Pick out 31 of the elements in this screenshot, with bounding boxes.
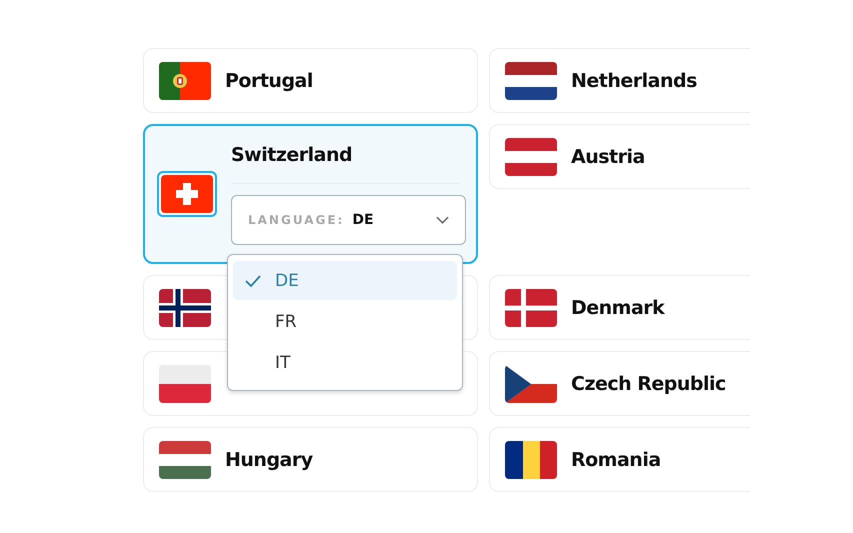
country-card[interactable]: Austria — [489, 124, 750, 189]
flag-icon — [161, 175, 213, 213]
country-name: Czech Republic — [571, 372, 727, 394]
country-name: Romania — [571, 448, 662, 470]
country-card[interactable]: Denmark — [489, 275, 750, 340]
check-icon — [245, 274, 261, 286]
flag-icon — [159, 288, 211, 326]
country-name: Portugal — [225, 70, 314, 92]
language-option[interactable]: DE — [233, 261, 457, 300]
country-card[interactable]: Portugal — [143, 48, 478, 113]
chevron-icon — [436, 216, 449, 224]
flag-icon — [159, 364, 211, 402]
country-card[interactable]: Romania — [489, 427, 750, 492]
country-card[interactable]: Netherlands — [489, 48, 750, 113]
flag-icon — [505, 364, 557, 402]
language-select[interactable]: LANGUAGE: DE — [231, 194, 466, 244]
language-option[interactable]: FR — [233, 302, 457, 341]
flag-icon — [159, 440, 211, 478]
country-name: Austria — [571, 146, 646, 168]
flag-icon — [505, 288, 557, 326]
flag-icon — [505, 138, 557, 176]
country-name: Denmark — [571, 296, 666, 318]
country-name: Netherlands — [571, 70, 698, 92]
flag-icon — [159, 62, 211, 100]
flag-icon — [505, 440, 557, 478]
country-card[interactable]: Czech Republic — [489, 351, 750, 416]
country-card[interactable]: Hungary — [143, 427, 478, 492]
language-option[interactable]: IT — [233, 343, 457, 382]
flag-icon — [505, 62, 557, 100]
country-name: Hungary — [225, 448, 314, 470]
country-name: Switzerland — [231, 144, 354, 166]
